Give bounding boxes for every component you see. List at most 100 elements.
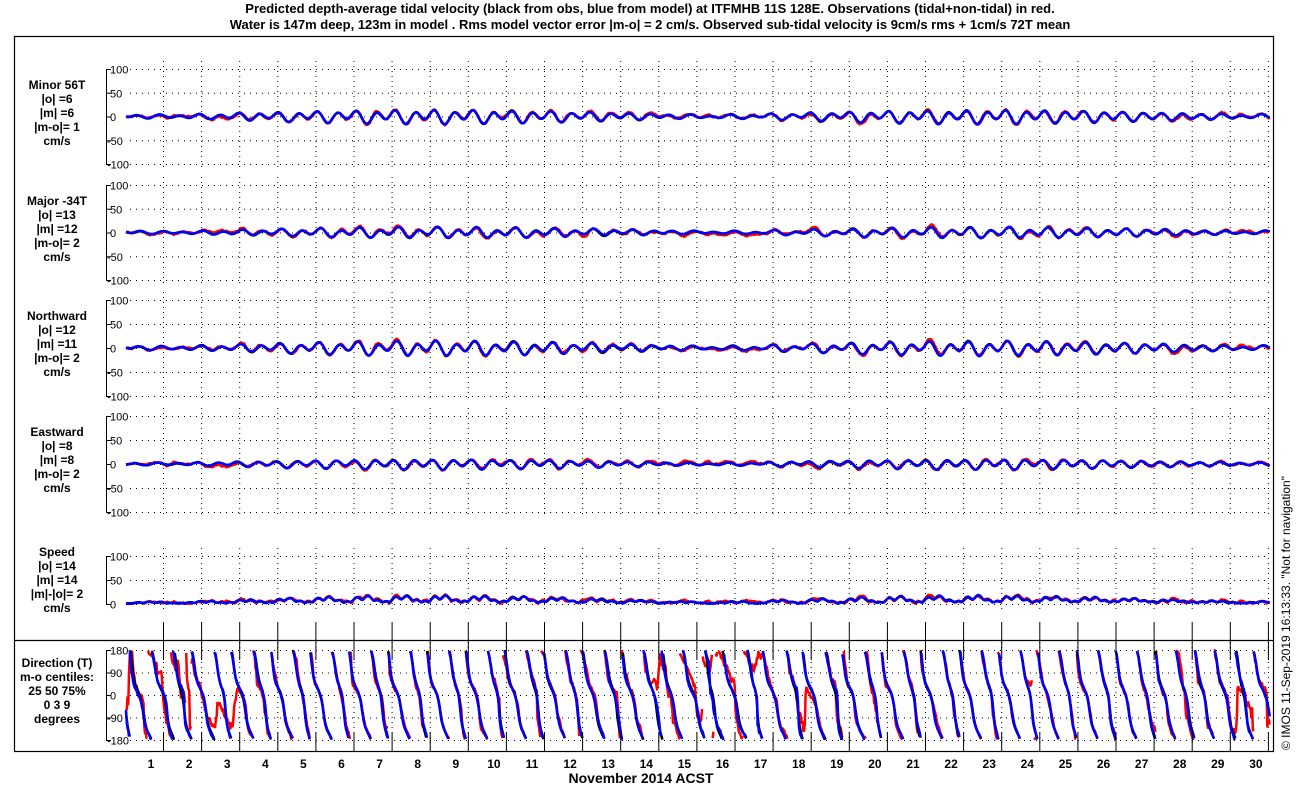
y-tick-label: 50 <box>110 320 122 332</box>
panel-label-line: |o| =14 <box>38 559 76 573</box>
panel-dir: Direction (T)m-o centiles:25 50 75%0 3 9… <box>20 642 1271 748</box>
y-tick-label: -180 <box>107 736 129 748</box>
panel-label-line: |o| =8 <box>41 439 72 453</box>
x-tick-label: 4 <box>262 757 269 771</box>
series-model-line <box>125 593 1271 606</box>
panel-east: Eastward|o| =8|m| =8|m-o|= 2cm/s 100 50 0 -5… <box>30 408 1271 520</box>
panel-label-line: cm/s <box>43 134 71 148</box>
x-tick-label: 18 <box>792 757 806 771</box>
panel-label-line: Direction (T) <box>22 656 93 670</box>
x-tick-label: 11 <box>526 757 539 771</box>
y-tick-label: 0 <box>110 112 116 124</box>
panel-north: Northward|o| =12|m| =11|m-o|= 2cm/s 100 50… <box>27 292 1271 404</box>
panel-major: Major -34T|o| =13|m| =12|m-o|= 2cm/s 100 5… <box>27 177 1271 288</box>
y-tick-label: 100 <box>110 296 128 308</box>
y-tick-label: 0 <box>110 460 116 472</box>
x-tick-label: 10 <box>487 757 501 771</box>
panel-label-line: |o| =6 <box>41 92 72 106</box>
x-tick-label: 8 <box>414 757 421 771</box>
y-tick-label: 100 <box>110 552 128 564</box>
y-tick-label: 100 <box>110 181 128 193</box>
copyright-note: © IMOS 11-Sep-2019 16:13:33. "Not for na… <box>1279 476 1293 750</box>
x-tick-label: 26 <box>1097 757 1111 771</box>
panel-label-line: |m| =12 <box>36 222 77 236</box>
y-tick-label: -50 <box>107 484 123 496</box>
panel-label-line: |m| =14 <box>36 573 77 587</box>
panel-label-line: cm/s <box>43 481 71 495</box>
x-tick-label: 13 <box>602 757 616 771</box>
y-tick-label: 100 <box>110 412 128 424</box>
panel-label-line: |m|-|o|= 2 <box>31 587 84 601</box>
y-tick-label: -100 <box>107 276 129 288</box>
panel-minor: Minor 56T|o| =6|m| =6|m-o|= 1cm/s 100 50 0 -… <box>29 61 1271 172</box>
y-tick-label: 0 <box>110 600 116 612</box>
y-tick-label: 50 <box>110 436 122 448</box>
panel-label-line: |m| =8 <box>40 453 75 467</box>
y-tick-label: -100 <box>107 160 129 172</box>
x-tick-label: 9 <box>452 757 459 771</box>
x-tick-label: 24 <box>1021 757 1035 771</box>
y-tick-label: -50 <box>107 252 123 264</box>
x-tick-label: 27 <box>1135 757 1149 771</box>
panel-speed: Speed|o| =14|m| =14|m|-|o|= 2cm/s 100 50 0 <box>31 545 1271 615</box>
y-tick-label: -50 <box>107 368 123 380</box>
panel-label-line: |m| =11 <box>37 337 78 351</box>
x-tick-label: 22 <box>944 757 958 771</box>
y-tick-label: 0 <box>110 344 116 356</box>
x-tick-label: 1 <box>148 757 155 771</box>
panel-label-line: 25 50 75% <box>28 684 86 698</box>
x-tick-label: 12 <box>563 757 577 771</box>
tidal-velocity-chart: Predicted depth-average tidal velocity (… <box>13 1 1293 786</box>
chart-frame <box>13 35 1275 753</box>
y-tick-label: -90 <box>107 713 123 725</box>
panel-label-line: |m-o|= 2 <box>34 351 80 365</box>
panel-label-line: |m-o|= 2 <box>34 236 80 250</box>
panel-label-line: m-o centiles: <box>20 670 94 684</box>
y-tick-label: 0 <box>110 691 116 703</box>
x-tick-label: 3 <box>224 757 231 771</box>
panel-label-line: |m-o|= 1 <box>34 120 80 134</box>
x-tick-label: 14 <box>640 757 654 771</box>
x-tick-label: 6 <box>338 757 345 771</box>
chart-title-line-2: Water is 147m deep, 123m in model . Rms … <box>230 17 1071 32</box>
panel-label-line: cm/s <box>43 601 71 615</box>
series-obs-line <box>124 648 1271 741</box>
panel-label-line: cm/s <box>43 250 71 264</box>
panel-label-line: Minor 56T <box>29 78 86 92</box>
x-axis-label: November 2014 ACST <box>569 770 714 786</box>
y-tick-label: 90 <box>110 668 122 680</box>
y-tick-label: -100 <box>107 392 129 404</box>
y-tick-label: 0 <box>110 228 116 240</box>
panel-label-line: |o| =13 <box>38 208 76 222</box>
x-tick-label: 16 <box>716 757 730 771</box>
x-tick-label: 23 <box>983 757 997 771</box>
x-tick-label: 15 <box>678 757 692 771</box>
y-tick-label: 100 <box>110 65 128 77</box>
chart-title-line-1: Predicted depth-average tidal velocity (… <box>245 1 1054 16</box>
x-tick-label: 21 <box>906 757 920 771</box>
panel-label-line: |o| =12 <box>38 323 76 337</box>
y-tick-label: 50 <box>110 88 122 100</box>
panel-label-line: cm/s <box>43 365 71 379</box>
x-tick-label: 5 <box>300 757 307 771</box>
panel-label-line: Major -34T <box>27 194 88 208</box>
panel-label-line: Speed <box>39 545 75 559</box>
panel-label-line: degrees <box>34 712 80 726</box>
series-model-line <box>125 225 1271 240</box>
y-tick-label: 180 <box>110 646 128 658</box>
x-tick-label: 25 <box>1059 757 1073 771</box>
panel-label-line: Northward <box>27 309 87 323</box>
x-tick-label: 29 <box>1211 757 1225 771</box>
x-tick-label: 2 <box>186 757 193 771</box>
y-tick-label: -50 <box>107 136 123 148</box>
panel-label-line: |m| =6 <box>40 106 75 120</box>
panel-label-line: |m-o|= 2 <box>34 467 80 481</box>
panel-label-line: 0 3 9 <box>44 698 71 712</box>
x-tick-label: 7 <box>376 757 383 771</box>
y-tick-label: 50 <box>110 204 122 216</box>
panel-label-line: Eastward <box>30 425 83 439</box>
x-tick-label: 17 <box>754 757 768 771</box>
y-tick-label: 50 <box>110 576 122 588</box>
y-tick-label: -100 <box>107 508 129 520</box>
x-tick-label: 19 <box>830 757 844 771</box>
